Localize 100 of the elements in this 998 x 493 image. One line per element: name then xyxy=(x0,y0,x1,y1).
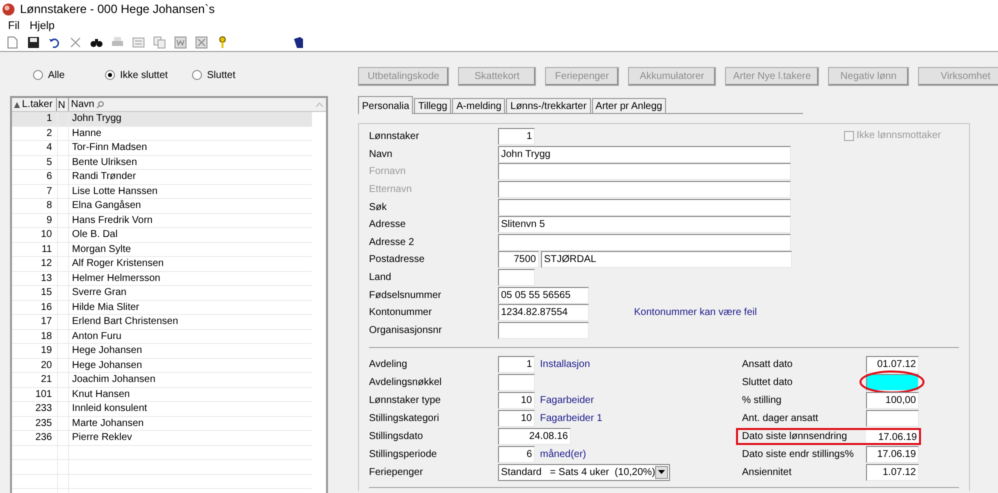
list-row[interactable]: 8 Elna Gangåsen xyxy=(12,199,312,214)
input-field[interactable] xyxy=(498,234,791,251)
form-icon[interactable] xyxy=(132,36,145,49)
table-cell-text: 2 xyxy=(45,126,53,140)
field-label: Feriepenger xyxy=(369,466,424,480)
table-cell-text: 5 xyxy=(45,156,53,169)
list-row[interactable]: 12 Alf Roger Kristensen xyxy=(12,257,312,272)
table-cell-text: Hanne xyxy=(71,126,102,140)
list-row[interactable]: 15 Sverre Gran xyxy=(12,286,312,300)
list-row[interactable]: 17 Erlend Bart Christensen xyxy=(12,315,312,330)
field-label: Adresse xyxy=(369,218,407,232)
word-icon[interactable] xyxy=(174,36,187,49)
list-row[interactable]: 21 Joachim Johansen xyxy=(12,373,312,388)
table-cell-text: Randi Trønder xyxy=(71,170,137,184)
input-field[interactable]: 10 xyxy=(498,410,535,427)
table-cell-text: 16 xyxy=(40,300,53,314)
input-field[interactable] xyxy=(498,322,589,339)
field-label: Stillingskategori xyxy=(369,412,440,426)
excel-icon[interactable] xyxy=(195,36,208,49)
input-field[interactable]: 100,00 xyxy=(866,392,919,409)
list-row[interactable]: 235 Marte Johansen xyxy=(12,416,312,431)
list-row[interactable]: 5 Bente Ulriksen xyxy=(12,156,312,170)
input-field[interactable]: 7500 xyxy=(498,251,539,268)
input-field[interactable] xyxy=(866,410,919,427)
lookup-text: Installasjon xyxy=(540,358,590,372)
column-header[interactable]: Navn xyxy=(69,98,312,111)
field-label: Lønnstaker type xyxy=(369,394,442,408)
input-field[interactable]: John Trygg xyxy=(498,146,791,163)
tab[interactable]: Lønns-/trekkarter xyxy=(506,98,591,113)
table-cell-text: Tor-Finn Madsen xyxy=(71,141,148,154)
list-row[interactable]: 7 Lise Lotte Hanssen xyxy=(12,184,312,199)
input-field[interactable] xyxy=(498,374,535,391)
input-field[interactable]: 1 xyxy=(498,128,535,146)
table-cell-text: Hilde Mia Sliter xyxy=(71,300,140,314)
list-row[interactable]: 2 Hanne xyxy=(12,126,312,141)
input-field[interactable]: 05 05 55 56565 xyxy=(498,286,589,304)
input-field[interactable] xyxy=(498,269,535,286)
field-label: Avdelingsnøkkel xyxy=(369,376,443,390)
list-row[interactable]: 11 Morgan Sylte xyxy=(12,242,312,257)
input-field[interactable]: 24.08.16 xyxy=(498,428,571,445)
table-cell-text: 15 xyxy=(40,286,53,300)
list-row[interactable]: 10 Ole B. Dal xyxy=(12,228,312,242)
copy-icon[interactable] xyxy=(153,36,166,49)
lookup-text: Fagarbeider xyxy=(540,394,594,408)
list-row[interactable]: 233 Innleid konsulent xyxy=(12,402,312,416)
input-field[interactable] xyxy=(498,163,791,180)
delete-icon[interactable] xyxy=(69,36,82,49)
radio-button[interactable] xyxy=(192,70,202,80)
tab[interactable]: Personalia xyxy=(358,96,414,114)
radio-button[interactable] xyxy=(33,70,43,80)
field-label: Ansiennitet xyxy=(741,466,792,480)
radio-button[interactable] xyxy=(105,70,115,80)
input-field[interactable]: 10 xyxy=(498,392,535,409)
input-field[interactable]: 1234.82.87554 xyxy=(498,304,589,322)
undo-icon[interactable] xyxy=(48,36,61,49)
input-field[interactable]: Slitenvn 5 xyxy=(498,216,791,234)
list-row[interactable]: 101 Knut Hansen xyxy=(12,388,312,402)
list-row[interactable]: 20 Hege Johansen xyxy=(12,358,312,373)
printer-icon[interactable] xyxy=(111,36,124,49)
list-row[interactable]: 13 Helmer Helmersson xyxy=(12,272,312,286)
tab[interactable]: Arter pr Anlegg xyxy=(592,98,666,113)
field-label: Organisasjonsnr xyxy=(369,324,443,338)
input-field[interactable] xyxy=(498,181,791,198)
list-row[interactable]: 16 Hilde Mia Sliter xyxy=(12,300,312,315)
input-field[interactable]: 17.06.19 xyxy=(866,430,919,443)
input-field[interactable]: 6 xyxy=(498,446,535,463)
list-row[interactable]: 19 Hege Johansen xyxy=(12,344,312,358)
field-label: Ant. dager ansatt xyxy=(741,412,820,426)
menu-item[interactable]: Hjelp xyxy=(30,18,55,34)
list-row[interactable]: 4 Tor-Finn Madsen xyxy=(12,141,312,156)
tab[interactable]: Tillegg xyxy=(414,98,452,113)
new-document-icon[interactable] xyxy=(6,36,19,49)
field-label: Etternavn xyxy=(369,183,413,198)
list-row[interactable]: 236 Pierre Reklev xyxy=(12,431,312,446)
table-cell-text: 17 xyxy=(40,315,53,328)
list-row[interactable]: 6 Randi Trønder xyxy=(12,170,312,184)
table-cell-text: 1 xyxy=(45,112,53,126)
input-field[interactable] xyxy=(498,198,791,216)
table-cell-text: Elna Gangåsen xyxy=(71,199,142,212)
input-field[interactable]: 17.06.19 xyxy=(866,446,919,463)
input-field[interactable]: 1 xyxy=(498,356,535,373)
column-header[interactable]: L.taker xyxy=(12,98,57,111)
menu-item[interactable]: Fil xyxy=(8,18,20,34)
dropdown[interactable]: Standard = Sats 4 uker (10,20%) xyxy=(498,464,670,481)
save-icon[interactable] xyxy=(27,36,40,49)
table-cell-text: 236 xyxy=(34,431,53,444)
input-field[interactable] xyxy=(866,374,919,391)
list-row[interactable]: 9 Hans Fredrik Vorn xyxy=(12,214,312,228)
column-header[interactable]: N xyxy=(57,98,69,111)
radio-label: Ikke sluttet xyxy=(120,68,168,82)
book-icon[interactable] xyxy=(292,36,305,49)
input-field[interactable]: 1.07.12 xyxy=(866,464,919,481)
tab[interactable]: A-melding xyxy=(452,98,506,113)
input-field[interactable]: STJØRDAL xyxy=(541,251,792,268)
input-field[interactable]: 01.07.12 xyxy=(866,356,919,373)
binoculars-icon[interactable] xyxy=(90,36,103,49)
list-row[interactable]: 1 John Trygg xyxy=(12,112,312,126)
field-label: Stillingsperiode xyxy=(369,448,438,462)
list-row[interactable]: 18 Anton Furu xyxy=(12,330,312,344)
table-cell-text: Pierre Reklev xyxy=(71,431,134,444)
